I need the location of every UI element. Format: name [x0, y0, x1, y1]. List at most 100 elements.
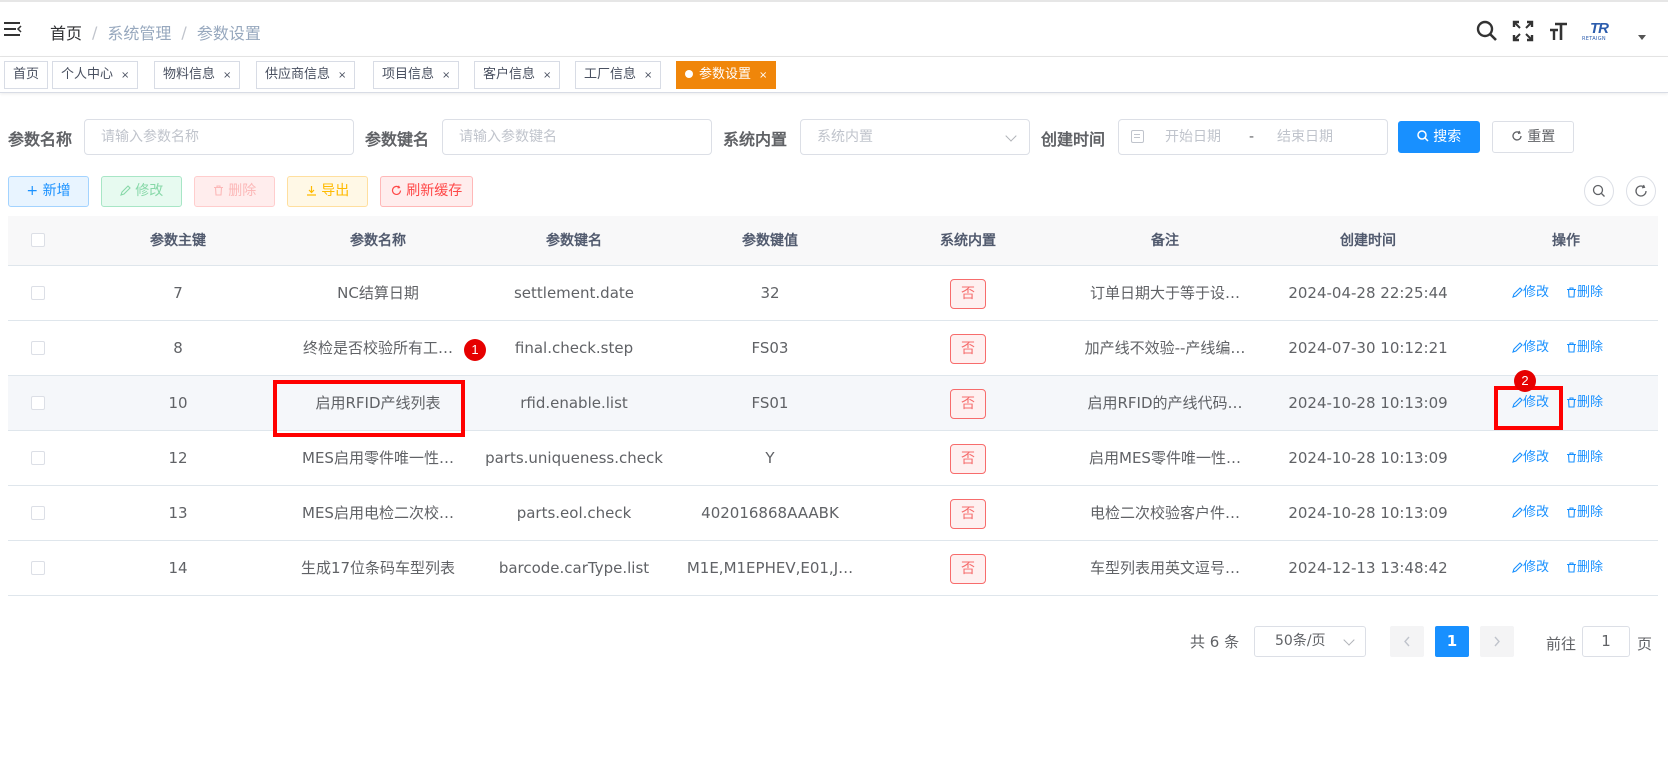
trash-icon — [1567, 562, 1576, 573]
end-date-placeholder[interactable]: 结束日期 — [1277, 120, 1333, 154]
row-delete-button[interactable]: 删除 — [1566, 541, 1603, 595]
row-checkbox[interactable] — [31, 341, 45, 355]
edit-icon — [1512, 507, 1523, 518]
start-date-placeholder[interactable]: 开始日期 — [1165, 120, 1221, 154]
add-button[interactable]: + 新增 — [8, 176, 89, 207]
builtin-select[interactable]: 系统内置 — [800, 119, 1030, 155]
param-key-label: 参数键名 — [365, 130, 430, 149]
param-name-input[interactable] — [101, 121, 353, 153]
date-range-picker[interactable]: 开始日期 - 结束日期 — [1118, 119, 1388, 155]
row-edit-button[interactable]: 修改 — [1512, 431, 1549, 485]
breadcrumb-home[interactable]: 首页 — [50, 20, 82, 44]
row-checkbox[interactable] — [31, 286, 45, 300]
pagination-total: 共 6 条 — [1190, 633, 1240, 651]
calendar-icon — [1131, 130, 1144, 143]
table-row[interactable]: 8 终检是否校验所有工… final.check.step FS03 加产线不效验--产… — [8, 321, 1658, 376]
builtin-badge: 否 — [950, 334, 986, 364]
row-edit-button[interactable]: 修改 — [1512, 321, 1549, 375]
next-page-button[interactable] — [1480, 626, 1514, 657]
chevron-down-icon[interactable] — [1638, 35, 1646, 40]
row-delete-label: 删除 — [1577, 505, 1604, 520]
refresh-cache-button[interactable]: 刷新缓存 — [380, 176, 473, 207]
row-delete-button[interactable]: 删除 — [1566, 321, 1603, 375]
export-button[interactable]: 导出 — [287, 176, 368, 207]
row-edit-label: 修改 — [1523, 285, 1550, 300]
tag-personal-center[interactable]: 个人中心 × — [52, 61, 139, 89]
tag-material-info[interactable]: 物料信息 × — [154, 61, 241, 89]
search-button-label: 搜索 — [1433, 129, 1462, 145]
edit-button[interactable]: 修改 — [101, 176, 182, 207]
search-icon[interactable] — [1476, 20, 1498, 42]
close-icon[interactable]: × — [759, 70, 767, 81]
cell-remark: 订单日期大于等于设… — [1089, 284, 1240, 302]
row-checkbox[interactable] — [31, 396, 45, 410]
font-size-icon[interactable] — [1548, 20, 1570, 42]
header-param-value: 参数键值 — [742, 233, 798, 249]
tag-param-settings[interactable]: 参数设置 × — [676, 61, 777, 89]
cell-param-value: FS01 — [751, 394, 789, 412]
toggle-search-button[interactable] — [1584, 176, 1614, 206]
tag-supplier-info[interactable]: 供应商信息 × — [256, 61, 356, 89]
breadcrumb-parent: 系统管理 — [107, 24, 172, 43]
breadcrumb-separator: / — [181, 22, 187, 42]
table-row[interactable]: 14 生成17位条码车型列表 barcode.carType.list M1E,M1E… — [8, 541, 1658, 596]
row-delete-button[interactable]: 删除 — [1566, 486, 1603, 540]
table-row[interactable]: 10 启用RFID产线列表 rfid.enable.list FS01 启用RFID的产… — [8, 376, 1658, 431]
hamburger-menu-icon[interactable] — [4, 21, 22, 37]
fullscreen-icon[interactable] — [1512, 20, 1534, 42]
table-row[interactable]: 13 MES启用电检二次校… parts.eol.check 402016868AAA… — [8, 486, 1658, 541]
refresh-table-button[interactable] — [1626, 176, 1656, 206]
table-row[interactable]: 7 NC结算日期 settlement.date 32 订单日期大于等于设… 2024-0… — [8, 266, 1658, 321]
row-delete-button[interactable]: 删除 — [1566, 431, 1603, 485]
brand-logo[interactable]: TR RETAIGN — [1582, 20, 1622, 42]
tag-factory-info[interactable]: 工厂信息 × — [575, 61, 662, 89]
row-edit-button[interactable]: 修改 — [1512, 541, 1549, 595]
refresh-icon — [1512, 130, 1522, 141]
close-icon[interactable]: × — [223, 70, 231, 81]
plus-icon: + — [26, 183, 39, 199]
trash-icon — [1567, 397, 1576, 408]
tag-project-info[interactable]: 项目信息 × — [373, 61, 460, 89]
tag-customer-info[interactable]: 客户信息 × — [474, 61, 561, 89]
page-size-select[interactable]: 50条/页 — [1254, 626, 1366, 657]
close-icon[interactable]: × — [543, 70, 551, 81]
select-all-checkbox[interactable] — [31, 233, 45, 247]
cell-param-name: 生成17位条码车型列表 — [300, 559, 456, 577]
row-checkbox[interactable] — [31, 506, 45, 520]
page-number-1[interactable]: 1 — [1435, 626, 1469, 657]
tags-view: 首页 个人中心 × 物料信息 × 供应商信息 × 项目信息 × 客户信息 × 工厂信息 × … — [0, 57, 1668, 93]
header-remark: 备注 — [1151, 233, 1179, 249]
row-checkbox[interactable] — [31, 561, 45, 575]
close-icon[interactable]: × — [644, 70, 652, 81]
tag-label: 物料信息 — [163, 67, 216, 82]
param-key-input[interactable] — [459, 121, 711, 153]
row-edit-button[interactable]: 修改 — [1512, 266, 1549, 320]
table-row[interactable]: 12 MES启用零件唯一性… parts.uniqueness.check Y 启用ME… — [8, 431, 1658, 486]
prev-page-button[interactable] — [1390, 626, 1424, 657]
annotation-marker-1: 1 — [464, 339, 486, 361]
row-edit-button[interactable]: 修改 — [1512, 486, 1549, 540]
param-key-field[interactable] — [442, 119, 712, 155]
row-delete-button[interactable]: 删除 — [1566, 376, 1603, 430]
close-icon[interactable]: × — [338, 70, 346, 81]
cell-param-name: NC结算日期 — [337, 284, 419, 302]
builtin-badge: 否 — [950, 279, 986, 309]
annotation-box-2 — [1494, 386, 1563, 430]
header-param-id: 参数主键 — [150, 233, 206, 249]
row-edit-label: 修改 — [1523, 560, 1550, 575]
param-name-field[interactable] — [84, 119, 354, 155]
add-button-label: 新增 — [42, 183, 71, 199]
row-delete-label: 删除 — [1577, 560, 1604, 575]
row-checkbox[interactable] — [31, 451, 45, 465]
close-icon[interactable]: × — [442, 70, 450, 81]
tag-home[interactable]: 首页 — [4, 61, 49, 89]
breadcrumb: 首页 / 系统管理 / 参数设置 — [50, 20, 261, 44]
reset-button[interactable]: 重置 — [1492, 121, 1574, 153]
row-delete-button[interactable]: 删除 — [1566, 266, 1603, 320]
search-button[interactable]: 搜索 — [1398, 121, 1480, 153]
jump-page-input[interactable]: 1 — [1582, 626, 1630, 657]
delete-button[interactable]: 删除 — [194, 176, 275, 207]
jump-suffix: 页 — [1637, 635, 1653, 653]
search-icon — [1417, 130, 1429, 142]
close-icon[interactable]: × — [121, 70, 129, 81]
